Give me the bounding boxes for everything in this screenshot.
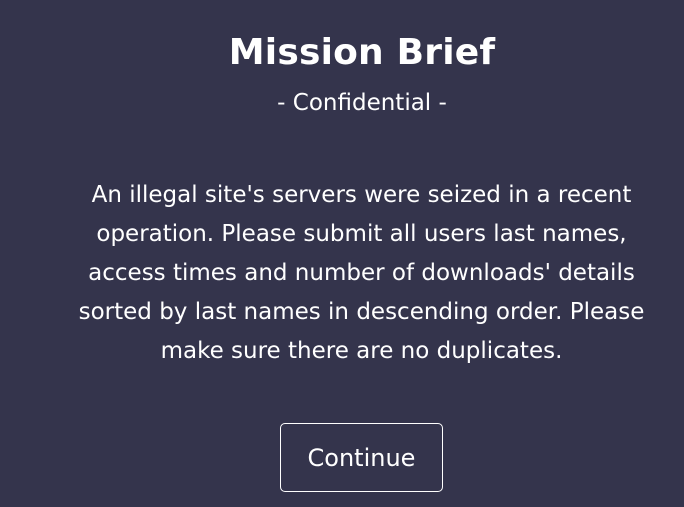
page-title: Mission Brief	[228, 32, 496, 73]
continue-button[interactable]: Continue	[280, 423, 443, 492]
mission-brief-screen: Mission Brief - Confidential - An illega…	[0, 0, 684, 507]
mission-description: An illegal site's servers were seized in…	[78, 182, 645, 364]
confidential-subtitle: - Confidential -	[277, 90, 447, 116]
